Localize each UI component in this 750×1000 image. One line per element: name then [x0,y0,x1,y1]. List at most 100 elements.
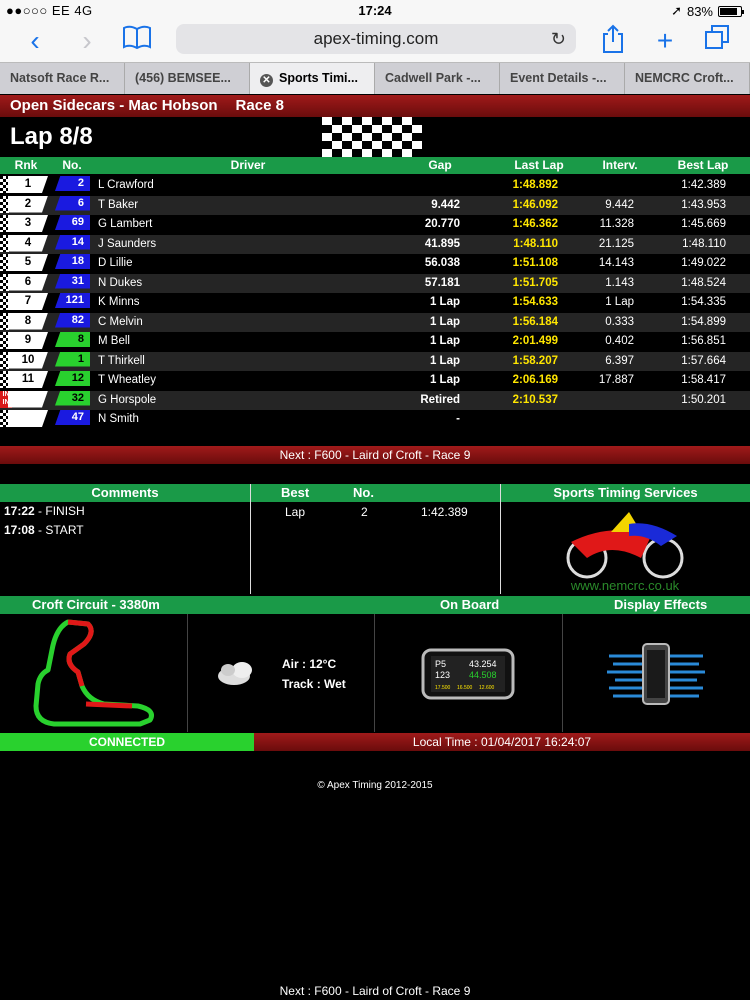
tab-strip: Natsoft Race R... (456) BEMSEE... ✕ Sport… [0,62,750,94]
rank-badge: 10 [0,351,52,369]
rank-badge: 2 [0,195,52,213]
table-row[interactable]: 5 18 D Lillie 56.038 1:51.108 14.143 1:49.022 [0,254,750,274]
car-number: 82 [55,312,90,328]
tab-label: (456) BEMSEE... [135,71,231,85]
driver-name: T Wheatley [98,374,156,386]
cloud-icon [218,662,252,685]
car-number: 6 [55,195,90,211]
lap-counter: Lap 8/8 [10,123,93,150]
header-best-lap: Best Lap [677,158,729,172]
track-map[interactable] [0,614,187,732]
last-lap-value: 2:06.169 [512,374,558,386]
car-number: 2 [55,176,90,191]
interval-value: 17.887 [598,374,634,386]
table-row[interactable]: 98 M Bell 1 Lap 2:01.499 0.402 1:56.851 [0,332,750,352]
track-condition: Track : Wet [282,677,346,691]
table-row[interactable]: 26 T Baker 9.442 1:46.092 9.442 1:43.953 [0,195,750,215]
tab-event-details[interactable]: Event Details -... [500,63,625,94]
last-lap-value: 1:51.705 [512,276,558,289]
best-lap-value: 1:42.389 [681,179,726,191]
interval-value: 0.402 [605,335,634,347]
connection-status: CONNECTED [0,733,254,751]
rank-number: 4 [8,234,48,252]
new-tab-button[interactable]: + [648,24,682,58]
weather-widget: Air : 12°C Track : Wet [187,614,374,732]
table-row[interactable]: 12 L Crawford 1:48.892 1:42.389 [0,176,750,196]
car-number: 18 [55,254,90,269]
car-number: 69 [55,215,90,230]
header-driver: Driver [230,158,266,172]
table-row[interactable]: 6 31 N Dukes 57.181 1:51.705 1.143 1:48.524 [0,273,750,293]
onboard-s1: 17.500 [435,685,451,691]
close-tab-icon[interactable]: ✕ [260,74,273,87]
onboard-lap: 123 [435,670,450,680]
address-bar[interactable]: apex-timing.com ↻ [176,24,576,54]
gap-value: 57.181 [424,276,460,289]
interval-value: 1.143 [605,276,634,289]
gap-value: 1 Lap [429,335,460,347]
table-row[interactable]: 4 14 J Saunders 41.895 1:48.110 21.125 1:48.11… [0,234,750,254]
tab-cadwell-park[interactable]: Cadwell Park -... [375,63,500,94]
onboard-title: On Board [440,597,500,612]
rank-badge: 3 [0,215,52,232]
reload-icon[interactable]: ↻ [551,24,566,54]
display-effects-widget[interactable] [562,614,750,732]
driver-name: T Baker [98,198,139,211]
rank-number: 11 [8,371,48,388]
timing-table-header: Rnk No. Driver Gap Last Lap Interv. Best… [0,157,750,174]
rank-number [8,390,48,408]
back-button[interactable]: ‹ [18,24,52,58]
table-row[interactable]: 11 12 T Wheatley 1 Lap 2:06.169 17.887 1:58.41… [0,371,750,391]
rank-number: 9 [8,332,48,349]
table-row[interactable]: 7 121 K Minns 1 Lap 1:54.633 1 Lap 1:54.335 [0,293,750,313]
tab-label: Natsoft Race R... [10,71,110,85]
gap-value: 1 Lap [429,296,460,308]
tab-natsoft[interactable]: Natsoft Race R... [0,63,125,94]
last-lap-value: 1:48.110 [513,237,558,250]
gap-value: 1 Lap [429,315,460,328]
comment-time: 17:22 [4,504,35,518]
tab-sports-timing[interactable]: ✕ Sports Timi... [250,63,375,94]
interval-value: 9.442 [605,198,634,211]
air-temp: Air : 12°C [282,657,337,671]
tab-nemcrc-croft[interactable]: NEMCRC Croft... [625,63,750,94]
comments-panel: Comments 17:22 - FINISH 17:08 - START [0,484,250,594]
sponsor-url: www.nemcrc.co.uk [570,578,680,593]
car-number: 121 [55,293,90,308]
table-row[interactable]: 47 N Smith - [0,410,750,430]
table-row[interactable]: IN IN 32 G Horspole Retired 2:10.537 1:50.201 [0,390,750,410]
best-no-title: No. [353,485,374,500]
onboard-position: P5 [435,659,446,669]
onboard-phone-icon: P5 43.254 123 44.508 17.500 16.500 12.60… [421,648,515,700]
status-right: ➚ 83% [671,3,744,19]
rank-number: 10 [8,351,48,369]
driver-name: G Horspole [98,393,157,406]
share-button[interactable] [596,24,630,58]
nemcrc-logo[interactable]: www.nemcrc.co.uk [501,502,750,594]
tabs-overview-button[interactable] [700,24,734,58]
rank-number: 8 [8,312,48,330]
best-lap-value: 1:45.669 [681,218,726,230]
best-lap-row: Lap 2 1:42.389 [251,502,500,520]
tabs-icon [705,25,729,49]
comment-time: 17:08 [4,523,35,537]
gap-value: 41.895 [424,237,460,250]
interval-value: 21.125 [598,237,634,250]
onboard-s2: 16.500 [457,685,473,691]
car-number: 47 [55,410,90,425]
onboard-s3: 12.600 [479,685,495,691]
clock: 17:24 [358,3,392,18]
tab-bemsee[interactable]: (456) BEMSEE... [125,63,250,94]
bookmarks-button[interactable] [120,24,154,58]
onboard-widget[interactable]: P5 43.254 123 44.508 17.500 16.500 12.60… [374,614,562,732]
forward-button[interactable]: › [70,24,104,58]
table-row[interactable]: 8 82 C Melvin 1 Lap 1:56.184 0.333 1:54.899 [0,312,750,332]
table-row[interactable]: 3 69 G Lambert 20.770 1:46.362 11.328 1:45.669 [0,215,750,235]
gap-value: - [456,413,460,425]
rank-number: 5 [8,254,48,271]
rank-number: 6 [8,273,48,291]
table-row[interactable]: 10 1 T Thirkell 1 Lap 1:58.207 6.397 1:57.664 [0,351,750,371]
best-lap-value: 1:48.110 [682,237,726,250]
circuit-widgets: Air : 12°C Track : Wet P5 43.254 123 44.… [0,614,750,732]
best-lap-value: 1:48.524 [681,276,726,289]
